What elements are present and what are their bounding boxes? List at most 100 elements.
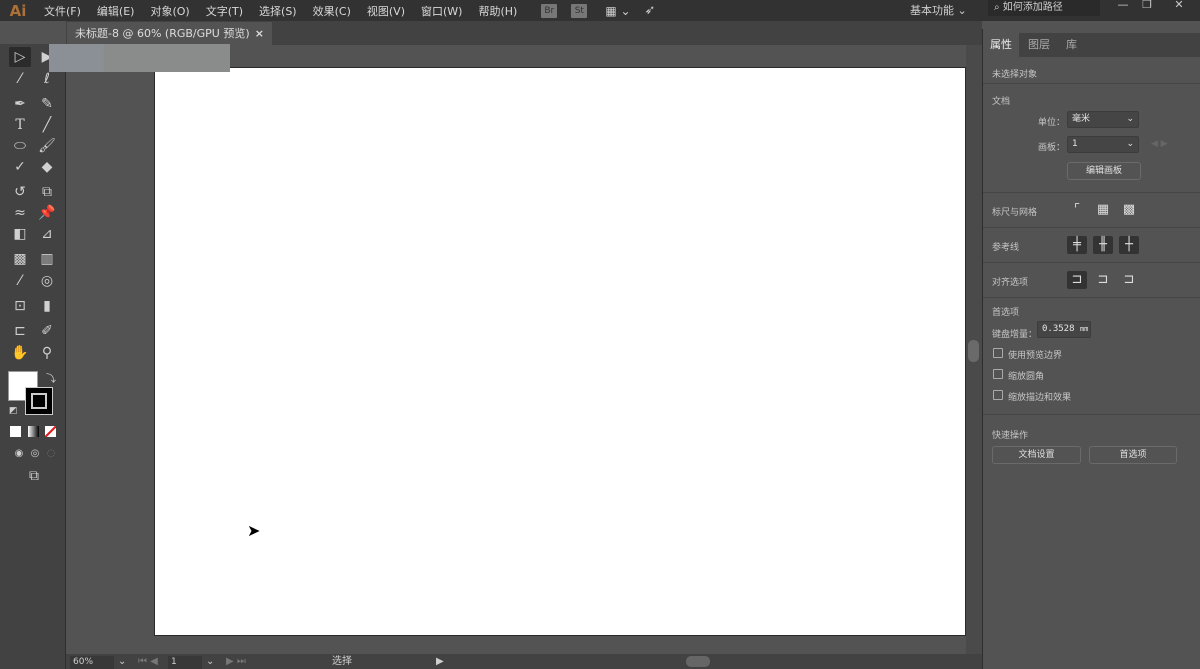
ruler-icon[interactable]: ⌜ [1067, 201, 1087, 219]
shaper-tool-icon[interactable]: ✓ [9, 157, 31, 177]
menu-help[interactable]: 帮助(H) [470, 3, 525, 19]
first-artboard-icon[interactable]: ⏮ ◀ [138, 654, 158, 669]
artboard-tool-icon[interactable]: ⊏ [9, 321, 31, 341]
keyboard-increment-input[interactable]: 0.3528 mm [1037, 321, 1091, 338]
line-tool-icon[interactable]: ╱ [36, 115, 58, 135]
snap-to-point-icon[interactable]: ⊐ [1067, 271, 1087, 289]
type-tool-icon[interactable]: T [9, 115, 31, 135]
gradient-mode-icon[interactable] [28, 426, 39, 437]
arrange-documents-icon[interactable]: ▦ ⌄ [605, 4, 630, 18]
snap-to-pixel-icon[interactable]: ⊐ [1119, 271, 1139, 289]
slice-tool-icon[interactable]: ✐ [36, 321, 58, 341]
swap-fill-stroke-icon[interactable]: ⤵ [46, 370, 56, 385]
draw-inside-icon[interactable]: ◌ [40, 444, 62, 464]
status-bar: 60% ⌄ ⏮ ◀ 1 ⌄ ▶ ⏭ 选择 ▶ [66, 654, 982, 669]
workspace-label: 基本功能 [910, 4, 954, 17]
shape-builder-tool-icon[interactable]: ◧ [9, 224, 31, 244]
curvature-tool-icon[interactable]: ✎ [36, 94, 58, 114]
eraser-tool-icon[interactable]: ◆ [36, 157, 58, 177]
prev-next-artboard-icons[interactable]: ◀ ▶ [1151, 139, 1168, 149]
zoom-tool-icon[interactable]: ⚲ [36, 343, 58, 363]
default-fill-stroke-icon[interactable]: ◩ [9, 406, 18, 416]
keyboard-increment-label: 键盘增量： [992, 330, 1038, 340]
gradient-tool-icon[interactable]: ▥ [36, 249, 58, 269]
horizontal-scrollbar-thumb[interactable] [686, 656, 710, 667]
perspective-grid-tool-icon[interactable]: ⊿ [36, 224, 58, 244]
help-search-input[interactable]: ⌕ 如何添加路径 [988, 0, 1100, 16]
chevron-down-icon: ⌄ [1126, 114, 1134, 124]
scale-corners-checkbox[interactable] [993, 369, 1003, 379]
keyboard-increment-unit: mm [1079, 325, 1089, 333]
magic-wand-tool-icon[interactable]: ⁄ [9, 69, 31, 89]
edit-artboards-button[interactable]: 编辑画板 [1067, 162, 1141, 180]
column-graph-tool-icon[interactable]: ▮ [36, 296, 58, 316]
menu-select[interactable]: 选择(S) [251, 3, 305, 19]
guides-label: 参考线 [992, 243, 1020, 253]
stock-icon[interactable]: St [571, 3, 588, 18]
grid-icon[interactable]: ▦ [1093, 201, 1113, 219]
selection-tool-icon[interactable]: ▷ [9, 47, 31, 67]
stroke-swatch[interactable] [25, 387, 53, 415]
hand-tool-icon[interactable]: ✋ [9, 343, 31, 363]
use-preview-bounds-label: 使用预览边界 [1008, 351, 1063, 361]
ellipse-tool-icon[interactable]: ⬭ [9, 136, 31, 156]
document-tab[interactable]: 未标题-8 @ 60% (RGB/GPU 预览) × [67, 22, 272, 46]
blurred-overlay [49, 44, 230, 72]
gpu-performance-icon[interactable]: ➶ [645, 3, 656, 18]
tab-properties[interactable]: 属性 [983, 33, 1019, 57]
warp-tool-icon[interactable]: ≈ [9, 203, 31, 223]
mouse-cursor-icon: ➤ [247, 521, 261, 540]
artboard-dropdown-icon[interactable]: ⌄ [206, 654, 214, 669]
scrollbar-thumb[interactable] [968, 340, 979, 362]
close-tab-icon[interactable]: × [255, 22, 264, 46]
puppet-warp-tool-icon[interactable]: 📌 [36, 203, 58, 223]
use-preview-bounds-checkbox[interactable] [993, 348, 1003, 358]
close-window-button[interactable]: ✕ [1166, 0, 1192, 12]
no-selection-label: 未选择对象 [992, 70, 1038, 80]
bridge-icon[interactable]: Br [541, 3, 558, 18]
color-mode-icon[interactable] [10, 426, 21, 437]
preferences-button[interactable]: 首选项 [1089, 446, 1177, 464]
menu-file[interactable]: 文件(F) [36, 3, 89, 19]
transparency-grid-icon[interactable]: ▩ [1119, 201, 1139, 219]
zoom-dropdown-icon[interactable]: ⌄ [118, 654, 126, 669]
none-mode-icon[interactable] [45, 426, 56, 437]
scale-tool-icon[interactable]: ⧉ [36, 182, 58, 202]
lasso-tool-icon[interactable]: ℓ [36, 69, 58, 89]
screen-mode-icon[interactable]: ⧉ [23, 466, 45, 486]
rotate-tool-icon[interactable]: ↺ [9, 182, 31, 202]
eyedropper-tool-icon[interactable]: ⁄ [9, 271, 31, 291]
menu-edit[interactable]: 编辑(E) [89, 3, 143, 19]
minimize-button[interactable]: — [1110, 0, 1136, 12]
search-placeholder: 如何添加路径 [1002, 2, 1063, 13]
paintbrush-tool-icon[interactable]: 🖌 [36, 136, 58, 156]
tab-libraries[interactable]: 库 [1059, 33, 1084, 57]
artboard-dropdown[interactable]: 1 ⌄ [1067, 136, 1139, 153]
search-icon: ⌕ [994, 2, 1003, 13]
artboard-value: 1 [1072, 139, 1078, 149]
symbol-sprayer-tool-icon[interactable]: ⊡ [9, 296, 31, 316]
snap-to-grid-icon[interactable]: ⊐ [1093, 271, 1113, 289]
artboard[interactable] [154, 67, 966, 636]
blend-tool-icon[interactable]: ◎ [36, 271, 58, 291]
menu-object[interactable]: 对象(O) [142, 3, 197, 19]
artboard-number-field[interactable]: 1 [168, 656, 202, 669]
tab-layers[interactable]: 图层 [1021, 33, 1057, 57]
smart-guides-icon[interactable]: ┼ [1119, 236, 1139, 254]
document-setup-button[interactable]: 文档设置 [992, 446, 1081, 464]
menu-view[interactable]: 视图(V) [359, 3, 413, 19]
units-dropdown[interactable]: 毫米 ⌄ [1067, 111, 1139, 128]
zoom-field[interactable]: 60% [70, 656, 114, 669]
menu-window[interactable]: 窗口(W) [413, 3, 470, 19]
pen-tool-icon[interactable]: ✒ [9, 94, 31, 114]
menu-type[interactable]: 文字(T) [198, 3, 251, 19]
mesh-tool-icon[interactable]: ▩ [9, 249, 31, 269]
next-artboard-icon[interactable]: ▶ ⏭ [226, 654, 246, 669]
menu-effect[interactable]: 效果(C) [305, 3, 359, 19]
show-guides-icon[interactable]: ╪ [1067, 236, 1087, 254]
lock-guides-icon[interactable]: ╫ [1093, 236, 1113, 254]
restore-button[interactable]: ❐ [1134, 0, 1160, 12]
status-menu-icon[interactable]: ▶ [436, 654, 444, 669]
scale-strokes-effects-checkbox[interactable] [993, 390, 1003, 400]
workspace-switcher[interactable]: 基本功能 ⌄ [910, 0, 967, 21]
